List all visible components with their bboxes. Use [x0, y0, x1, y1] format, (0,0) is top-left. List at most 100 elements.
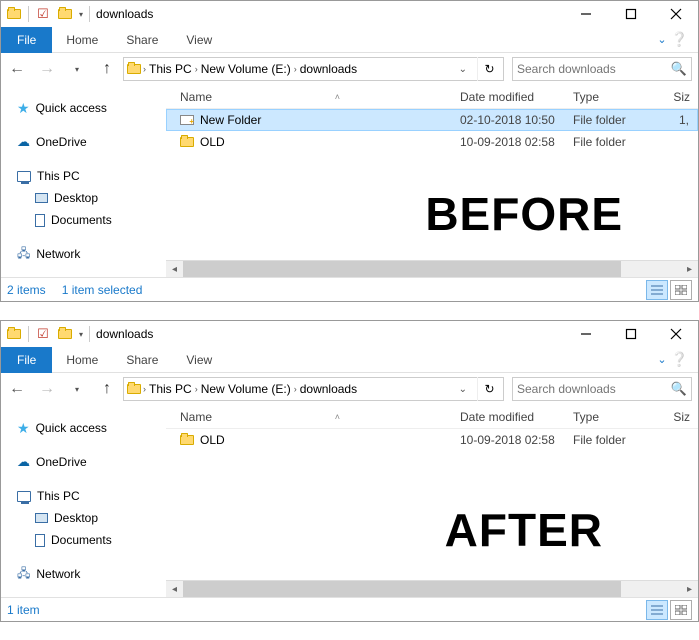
sidebar-desktop[interactable]: Desktop	[7, 507, 165, 529]
item-count: 2 items	[7, 283, 46, 297]
scroll-right-icon[interactable]: ▸	[681, 261, 698, 278]
sidebar-this-pc[interactable]: This PC	[7, 165, 165, 187]
file-tab[interactable]: File	[1, 27, 52, 53]
column-headers[interactable]: Name˄ Date modified Type Siz	[166, 85, 698, 109]
new-folder-qat-icon[interactable]	[57, 326, 73, 342]
scroll-right-icon[interactable]: ▸	[681, 581, 698, 598]
file-row[interactable]: OLD 10-09-2018 02:58 File folder	[166, 429, 698, 451]
file-date: 10-09-2018 02:58	[460, 433, 573, 447]
scroll-track[interactable]	[183, 581, 681, 598]
explorer-body: ★Quick access ☁OneDrive This PC Desktop …	[1, 405, 698, 597]
address-bar[interactable]: › This PC › New Volume (E:) › downloads …	[123, 57, 504, 81]
qat-dropdown-icon[interactable]: ▾	[79, 330, 83, 339]
quick-access-toolbar: ☑ ▾	[1, 6, 90, 22]
ribbon-collapse[interactable]: ⌄ ❔	[657, 31, 698, 48]
back-button[interactable]: ←	[3, 55, 31, 83]
maximize-button[interactable]	[608, 1, 653, 27]
minimize-button[interactable]	[563, 1, 608, 27]
search-icon[interactable]: 🔍	[671, 381, 687, 397]
refresh-button[interactable]: ↻	[477, 57, 501, 81]
sidebar-quick-access[interactable]: ★Quick access	[7, 417, 165, 439]
network-icon: 🖧	[17, 244, 30, 265]
file-list-pane: Name˄ Date modified Type Siz OLD 10-09-2…	[166, 405, 698, 597]
navigation-bar: ← → ▾ ↑ › This PC › New Volume (E:) › do…	[1, 53, 698, 85]
sidebar-documents[interactable]: Documents	[7, 529, 165, 551]
sidebar-documents[interactable]: Documents	[7, 209, 165, 231]
maximize-button[interactable]	[608, 321, 653, 347]
scroll-thumb[interactable]	[183, 581, 621, 598]
icons-view-button[interactable]	[670, 280, 692, 300]
address-dropdown-icon[interactable]: ⌄	[455, 64, 471, 75]
tab-view[interactable]: View	[172, 29, 226, 51]
breadcrumb-segment[interactable]: This PC	[147, 62, 194, 76]
close-button[interactable]	[653, 321, 698, 347]
file-tab[interactable]: File	[1, 347, 52, 373]
search-box[interactable]: 🔍	[512, 377, 692, 401]
tab-share[interactable]: Share	[112, 29, 172, 51]
sidebar-network[interactable]: 🖧Network	[7, 563, 165, 585]
history-dropdown[interactable]: ▾	[63, 375, 91, 403]
sidebar-quick-access[interactable]: ★Quick access	[7, 97, 165, 119]
up-button[interactable]: ↑	[93, 375, 121, 403]
breadcrumb-segment[interactable]: downloads	[298, 382, 359, 396]
new-folder-qat-icon[interactable]	[57, 6, 73, 22]
tab-home[interactable]: Home	[52, 29, 112, 51]
sidebar-network[interactable]: 🖧Network	[7, 243, 165, 265]
separator	[89, 6, 90, 22]
scroll-thumb[interactable]	[183, 261, 621, 278]
refresh-button[interactable]: ↻	[477, 377, 501, 401]
horizontal-scrollbar[interactable]: ◂ ▸	[166, 260, 698, 277]
column-date[interactable]: Date modified	[460, 410, 573, 424]
separator	[28, 326, 29, 342]
horizontal-scrollbar[interactable]: ◂ ▸	[166, 580, 698, 597]
search-input[interactable]	[517, 382, 687, 396]
explorer-window-before: ☑ ▾ downloads File Home Share View ⌄ ❔ ←…	[0, 0, 699, 302]
scroll-track[interactable]	[183, 261, 681, 278]
breadcrumb-segment[interactable]: New Volume (E:)	[199, 62, 293, 76]
breadcrumb-segment[interactable]: This PC	[147, 382, 194, 396]
scroll-left-icon[interactable]: ◂	[166, 261, 183, 278]
details-view-button[interactable]	[646, 280, 668, 300]
tab-home[interactable]: Home	[52, 349, 112, 371]
properties-icon[interactable]: ☑	[35, 6, 51, 22]
tab-share[interactable]: Share	[112, 349, 172, 371]
close-button[interactable]	[653, 1, 698, 27]
column-headers[interactable]: Name˄ Date modified Type Siz	[166, 405, 698, 429]
icons-view-button[interactable]	[670, 600, 692, 620]
navigation-pane: ★Quick access ☁OneDrive This PC Desktop …	[1, 405, 166, 597]
sidebar-desktop[interactable]: Desktop	[7, 187, 165, 209]
tab-view[interactable]: View	[172, 349, 226, 371]
column-type[interactable]: Type	[573, 410, 651, 424]
column-type[interactable]: Type	[573, 90, 651, 104]
file-row[interactable]: New Folder 02-10-2018 10:50 File folder …	[166, 109, 698, 131]
column-date[interactable]: Date modified	[460, 90, 573, 104]
address-dropdown-icon[interactable]: ⌄	[455, 384, 471, 395]
sidebar-item-label: This PC	[37, 489, 80, 503]
qat-dropdown-icon[interactable]: ▾	[79, 10, 83, 19]
ribbon-collapse[interactable]: ⌄ ❔	[657, 351, 698, 368]
breadcrumb-segment[interactable]: New Volume (E:)	[199, 382, 293, 396]
details-view-button[interactable]	[646, 600, 668, 620]
search-box[interactable]: 🔍	[512, 57, 692, 81]
chevron-down-icon: ⌄	[657, 33, 666, 46]
explorer-body: ★Quick access ☁OneDrive This PC Desktop …	[1, 85, 698, 277]
minimize-button[interactable]	[563, 321, 608, 347]
file-row[interactable]: OLD 10-09-2018 02:58 File folder	[166, 131, 698, 153]
properties-icon[interactable]: ☑	[35, 326, 51, 342]
column-size[interactable]: Siz	[651, 410, 698, 424]
sidebar-this-pc[interactable]: This PC	[7, 485, 165, 507]
forward-button[interactable]: →	[33, 55, 61, 83]
column-size[interactable]: Siz	[651, 90, 698, 104]
folder-icon	[6, 6, 22, 22]
address-bar[interactable]: › This PC › New Volume (E:) › downloads …	[123, 377, 504, 401]
up-button[interactable]: ↑	[93, 55, 121, 83]
back-button[interactable]: ←	[3, 375, 31, 403]
search-icon[interactable]: 🔍	[671, 61, 687, 77]
sidebar-onedrive[interactable]: ☁OneDrive	[7, 451, 165, 473]
forward-button[interactable]: →	[33, 375, 61, 403]
sidebar-onedrive[interactable]: ☁OneDrive	[7, 131, 165, 153]
scroll-left-icon[interactable]: ◂	[166, 581, 183, 598]
search-input[interactable]	[517, 62, 687, 76]
breadcrumb-segment[interactable]: downloads	[298, 62, 359, 76]
history-dropdown[interactable]: ▾	[63, 55, 91, 83]
